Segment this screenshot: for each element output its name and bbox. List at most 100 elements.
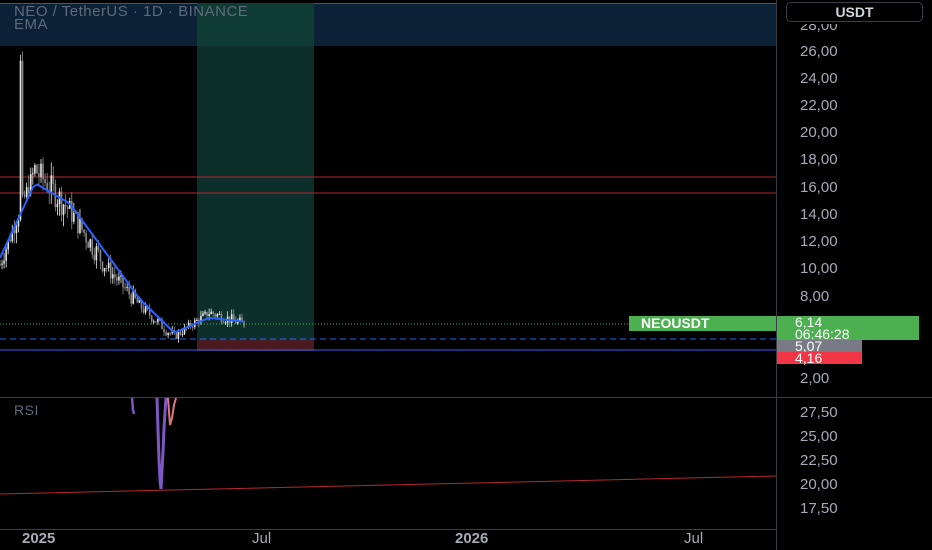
rsi-line-segment-2 [155, 397, 168, 490]
candle-body [157, 319, 159, 323]
candle-body [9, 239, 12, 242]
candle-body [101, 261, 104, 272]
candle-body [23, 194, 26, 197]
rsi-line-segment-3 [167, 397, 177, 426]
price-tick: 10,00 [800, 260, 838, 277]
candle-body [103, 268, 106, 272]
rsi-tick: 27,50 [800, 404, 838, 421]
price-tick: 12,00 [800, 233, 838, 250]
candle-body [109, 262, 112, 279]
candle-body [52, 175, 55, 185]
ema-indicator-label[interactable]: EMA [14, 16, 48, 33]
candle-body [34, 165, 36, 174]
candle-body [126, 286, 128, 288]
price-tick: 8,00 [800, 288, 830, 305]
rsi-indicator-label[interactable]: RSI [14, 402, 39, 418]
level-tag-red[interactable]: 4,16 [777, 351, 862, 365]
time-tick: 2025 [22, 530, 56, 547]
candle-body [3, 260, 5, 264]
candle-body [206, 311, 208, 316]
candle-body [118, 276, 120, 281]
candle-body [111, 274, 114, 279]
candle-body [144, 306, 147, 313]
last-price-tag[interactable]: 6,14 06:46:28 [777, 315, 919, 341]
candle-body [239, 317, 241, 321]
price-tick: 18,00 [800, 151, 838, 168]
candle-body [169, 333, 171, 335]
candle-body [179, 332, 182, 335]
candle-body [142, 308, 145, 313]
rsi-tick: 20,00 [800, 476, 838, 493]
candle-body [83, 229, 85, 233]
candle-body [25, 187, 28, 197]
candle-body [214, 314, 217, 317]
candle-body [163, 329, 165, 333]
candle-body [136, 297, 139, 303]
candle-body [152, 321, 155, 323]
price-tick: 24,00 [800, 70, 838, 87]
price-tick: 14,00 [800, 206, 838, 223]
symbol-price-tag[interactable]: NEOUSDT [629, 316, 776, 331]
candle-body [1, 263, 3, 265]
price-tick: 20,00 [800, 124, 838, 141]
candle-body [38, 173, 40, 177]
candle-body [56, 204, 59, 208]
candle-body [42, 163, 44, 180]
candle-body [208, 314, 210, 316]
candle-body [21, 60, 24, 195]
candle-body [0, 264, 1, 266]
rsi-trendline[interactable] [0, 475, 777, 495]
candle-body [62, 204, 65, 215]
time-tick: Jul [684, 530, 704, 547]
price-tick: 16,00 [800, 179, 838, 196]
candle-body [15, 226, 18, 234]
time-tick: Jul [252, 530, 272, 547]
rsi-line-segment-1 [130, 397, 136, 415]
candle-body [89, 239, 92, 248]
rsi-tick: 17,50 [800, 500, 838, 517]
candle-body [220, 313, 223, 323]
candle-body [93, 254, 96, 261]
candle-body [216, 314, 219, 317]
profit-zone [197, 3, 314, 339]
candle-body [40, 163, 42, 177]
candle-body [105, 268, 108, 270]
candle-body [128, 286, 130, 295]
rsi-tick: 25,00 [800, 428, 838, 445]
rsi-tick: 22,50 [800, 452, 838, 469]
candle-body [196, 320, 198, 322]
candle-body [232, 314, 235, 320]
candle-body [191, 326, 194, 328]
currency-button[interactable]: USDT [786, 2, 923, 22]
candle-body [210, 311, 212, 315]
candle-body [114, 274, 116, 278]
candle-body [79, 218, 81, 234]
candle-body [19, 60, 22, 220]
price-tick: 26,00 [800, 43, 838, 60]
candle-body [97, 246, 100, 250]
candle-body [230, 314, 233, 323]
candle-body [107, 262, 110, 269]
candle-body [44, 179, 46, 183]
candle-body [50, 175, 53, 193]
candle-body [60, 191, 63, 215]
candle-body [64, 204, 67, 207]
candle-body [204, 311, 206, 314]
stop-zone [197, 339, 314, 351]
candle-body [218, 313, 221, 315]
candle-body [73, 212, 75, 222]
candle-body [99, 249, 102, 262]
chart-canvas[interactable] [0, 0, 932, 550]
candle-body [32, 173, 34, 175]
candle-body [150, 315, 153, 322]
candle-body [124, 287, 126, 289]
price-tick: 2,00 [800, 370, 830, 387]
candle-body [36, 165, 38, 174]
candle-body [181, 333, 184, 335]
candle-body [66, 206, 69, 209]
candle-body [222, 322, 225, 324]
candle-body [95, 246, 98, 261]
candle-body [167, 333, 169, 336]
candle-body [165, 332, 167, 336]
candle-body [202, 313, 204, 316]
